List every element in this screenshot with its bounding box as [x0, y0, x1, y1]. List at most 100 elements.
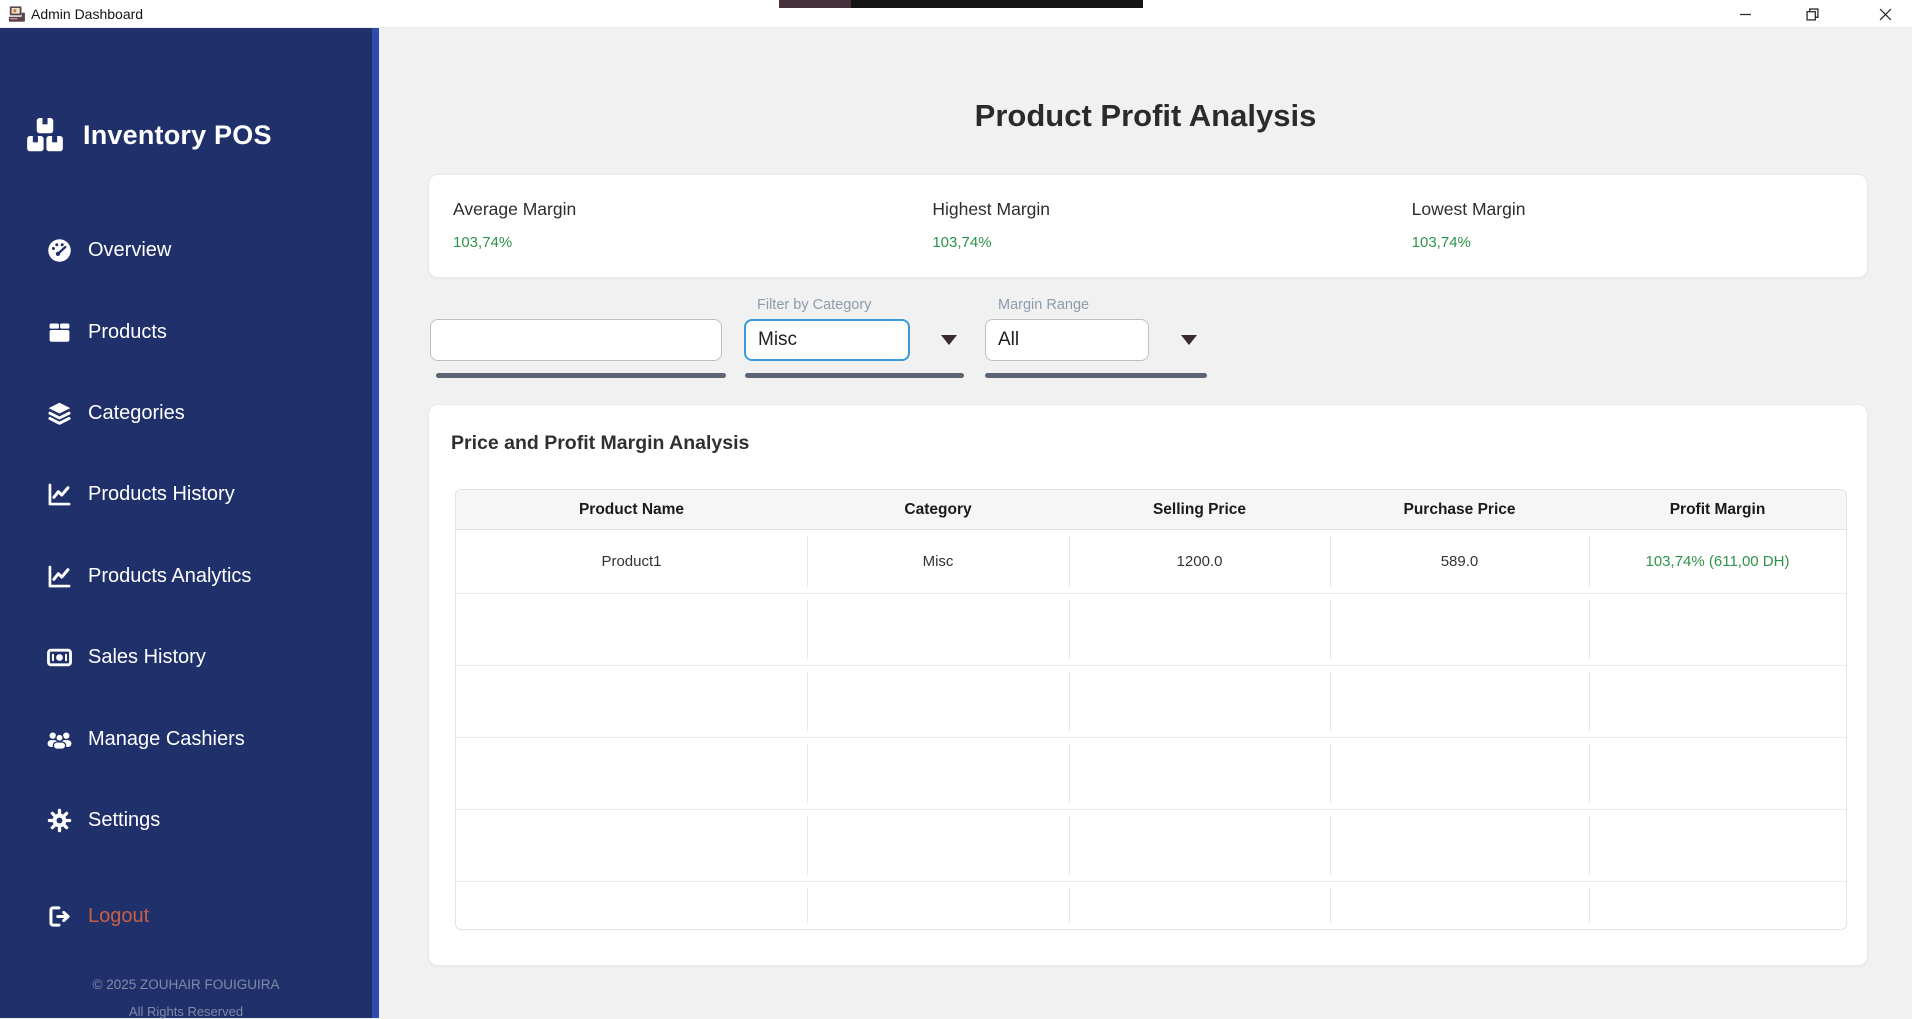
empty-cell — [1069, 882, 1330, 929]
column-header-purchase-price[interactable]: Purchase Price — [1330, 490, 1589, 529]
empty-cell — [807, 594, 1069, 665]
table-row-empty — [456, 810, 1846, 882]
table-row-empty — [456, 882, 1846, 929]
stat-label: Highest Margin — [932, 199, 1387, 220]
cell-purchase-price: 589.0 — [1330, 530, 1589, 593]
cell-product-name: Product1 — [456, 530, 807, 593]
table-header-row: Product Name Category Selling Price Purc… — [456, 490, 1846, 530]
margin-range-combobox-value: All — [998, 329, 1019, 351]
minimize-button[interactable] — [1722, 0, 1768, 28]
empty-cell — [807, 666, 1069, 737]
category-underline — [745, 373, 964, 378]
sidebar-item-label: Logout — [88, 905, 149, 928]
empty-cell — [1589, 666, 1846, 737]
boxes-icon — [24, 114, 66, 156]
cell-profit-margin: 103,74% (611,00 DH) — [1589, 530, 1846, 593]
column-header-selling-price[interactable]: Selling Price — [1069, 490, 1330, 529]
column-header-profit-margin[interactable]: Profit Margin — [1589, 490, 1846, 529]
chevron-down-icon[interactable] — [1181, 335, 1197, 345]
sidebar-item-label: Manage Cashiers — [88, 728, 245, 751]
stat-label: Lowest Margin — [1412, 199, 1867, 220]
line-chart-icon — [46, 563, 73, 590]
sidebar-item-label: Overview — [88, 239, 171, 262]
column-header-product-name[interactable]: Product Name — [456, 490, 807, 529]
stat-value: 103,74% — [932, 234, 1387, 251]
sidebar-item-manage-cashiers[interactable]: Manage Cashiers — [46, 719, 245, 759]
analysis-panel: Price and Profit Margin Analysis Product… — [428, 404, 1868, 966]
empty-cell — [1330, 738, 1589, 809]
minimize-icon — [1739, 8, 1752, 21]
sidebar-item-logout[interactable]: Logout — [46, 896, 149, 936]
titlebar-artifact-strip — [851, 0, 1143, 8]
line-chart-icon — [46, 481, 73, 508]
sidebar-item-sales-history[interactable]: Sales History — [46, 637, 206, 677]
search-input[interactable] — [430, 319, 722, 361]
sidebar-item-overview[interactable]: Overview — [46, 230, 171, 270]
empty-cell — [1330, 810, 1589, 881]
stat-lowest-margin: Lowest Margin 103,74% — [1388, 175, 1867, 277]
sidebar-item-label: Products History — [88, 483, 235, 506]
empty-cell — [456, 594, 807, 665]
layers-icon — [46, 400, 73, 427]
users-icon — [46, 726, 73, 753]
margin-underline — [985, 373, 1207, 378]
sidebar-item-categories[interactable]: Categories — [46, 393, 185, 433]
sidebar-item-products-analytics[interactable]: Products Analytics — [46, 556, 251, 596]
empty-cell — [1589, 882, 1846, 929]
pos-register-icon — [8, 5, 26, 23]
gear-icon — [46, 807, 73, 834]
gauge-icon — [46, 237, 73, 264]
chevron-down-icon[interactable] — [941, 335, 957, 345]
page-title: Product Profit Analysis — [379, 98, 1912, 134]
empty-cell — [456, 882, 807, 929]
empty-cell — [1330, 594, 1589, 665]
column-header-category[interactable]: Category — [807, 490, 1069, 529]
titlebar-artifact-strip — [779, 0, 851, 8]
empty-cell — [1069, 738, 1330, 809]
close-icon — [1879, 8, 1892, 21]
table-row-empty — [456, 738, 1846, 810]
sidebar-item-label: Products Analytics — [88, 565, 251, 588]
search-underline — [436, 373, 726, 378]
sidebar-item-products-history[interactable]: Products History — [46, 474, 235, 514]
panel-title: Price and Profit Margin Analysis — [451, 432, 749, 455]
stat-highest-margin: Highest Margin 103,74% — [908, 175, 1387, 277]
logout-icon — [46, 903, 73, 930]
category-combobox[interactable]: Misc — [744, 319, 910, 361]
stat-value: 103,74% — [1412, 234, 1867, 251]
category-filter-label: Filter by Category — [757, 297, 871, 313]
cell-category: Misc — [807, 530, 1069, 593]
sidebar: Inventory POS Overview Products Categori… — [0, 28, 372, 1018]
window-title: Admin Dashboard — [31, 0, 143, 28]
margin-range-label: Margin Range — [998, 297, 1089, 313]
empty-cell — [807, 738, 1069, 809]
box-icon — [46, 319, 73, 346]
stat-average-margin: Average Margin 103,74% — [429, 175, 908, 277]
close-button[interactable] — [1862, 0, 1908, 28]
empty-cell — [807, 882, 1069, 929]
sidebar-item-products[interactable]: Products — [46, 312, 167, 352]
empty-cell — [456, 810, 807, 881]
restore-button[interactable] — [1789, 0, 1835, 28]
empty-cell — [1589, 738, 1846, 809]
margin-range-combobox[interactable]: All — [985, 319, 1149, 361]
empty-cell — [1069, 810, 1330, 881]
empty-cell — [1589, 810, 1846, 881]
sidebar-edge-accent — [372, 28, 379, 1018]
sidebar-item-settings[interactable]: Settings — [46, 800, 160, 840]
products-table: Product Name Category Selling Price Purc… — [455, 489, 1847, 930]
empty-cell — [456, 666, 807, 737]
cell-selling-price: 1200.0 — [1069, 530, 1330, 593]
sidebar-footer-rights: All Rights Reserved — [0, 1004, 372, 1019]
empty-cell — [1330, 666, 1589, 737]
brand: Inventory POS — [24, 114, 272, 156]
empty-cell — [807, 810, 1069, 881]
stat-value: 103,74% — [453, 234, 908, 251]
banknote-icon — [46, 644, 73, 671]
table-row[interactable]: Product1 Misc 1200.0 589.0 103,74% (611,… — [456, 530, 1846, 594]
category-combobox-value: Misc — [758, 329, 797, 351]
sidebar-item-label: Settings — [88, 809, 160, 832]
stats-card: Average Margin 103,74% Highest Margin 10… — [428, 174, 1868, 278]
brand-title: Inventory POS — [83, 120, 272, 151]
empty-cell — [1069, 666, 1330, 737]
